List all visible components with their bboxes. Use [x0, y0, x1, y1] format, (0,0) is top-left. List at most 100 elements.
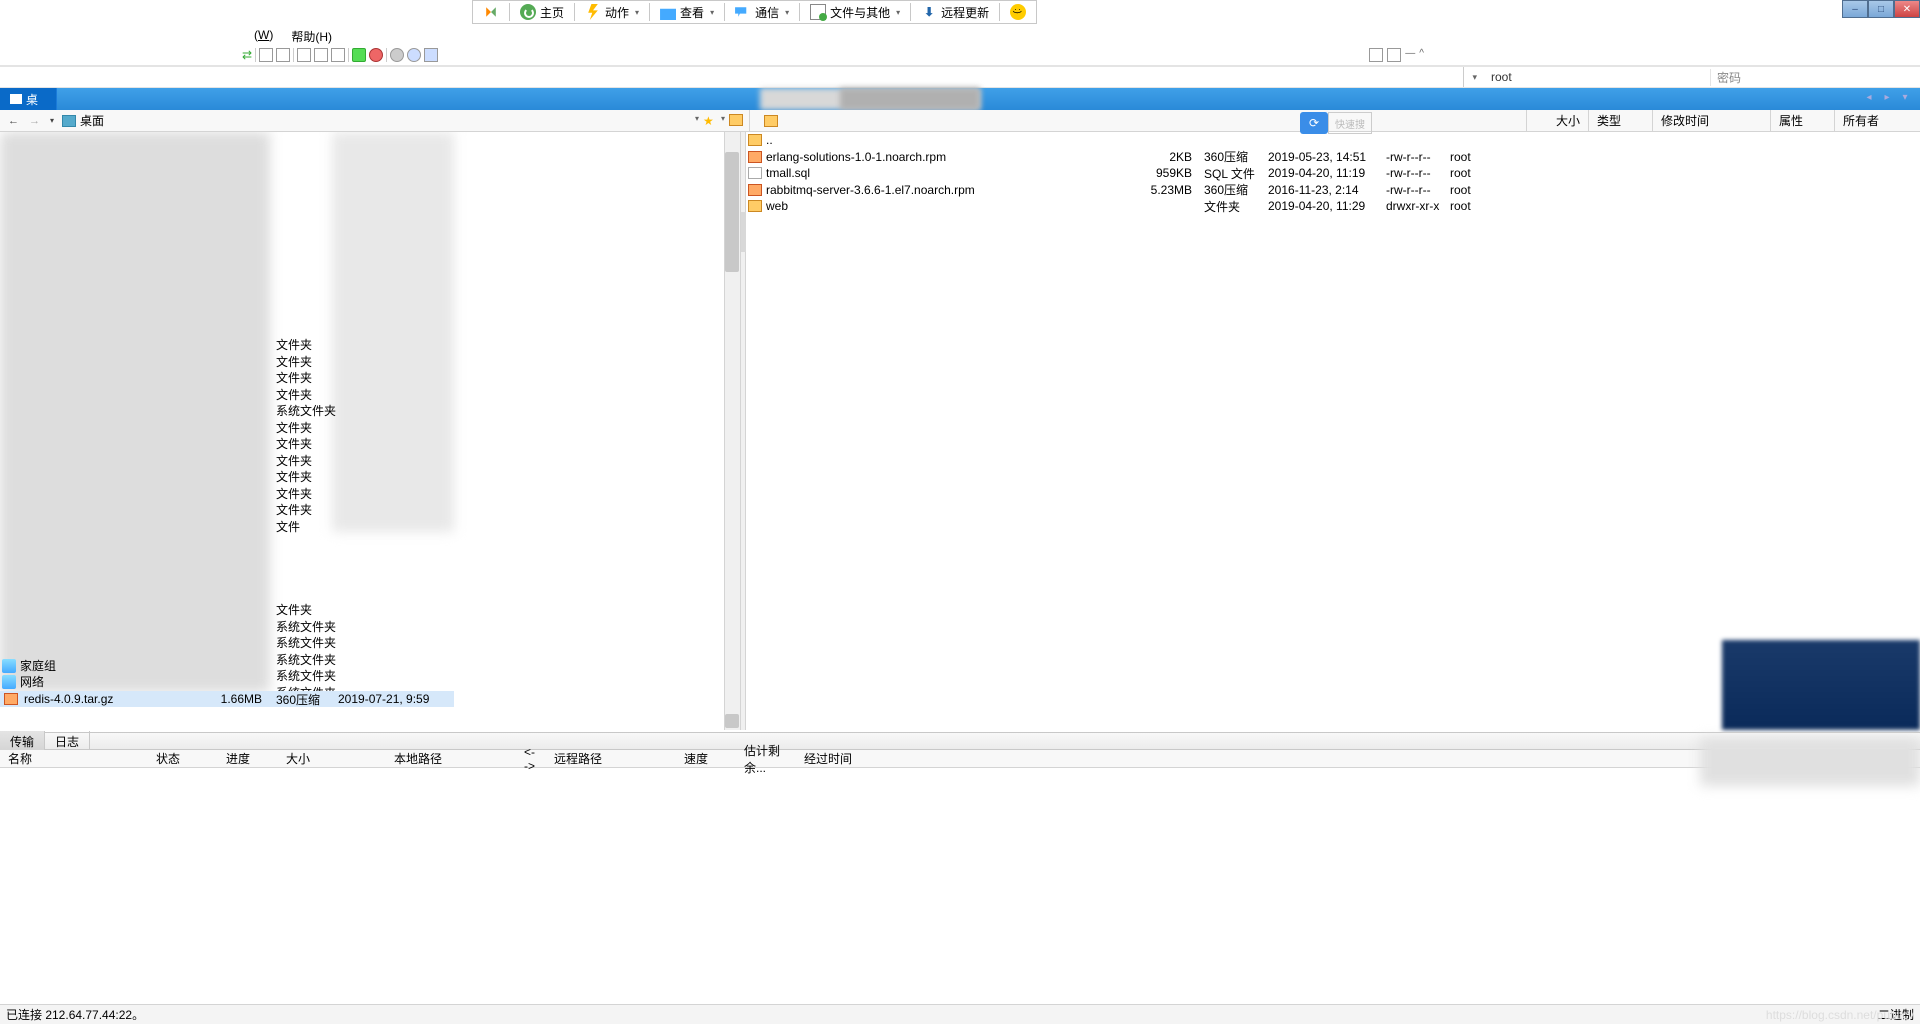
play-icon[interactable]	[352, 48, 366, 62]
file-name: web	[766, 199, 1136, 213]
th-progress[interactable]: 进度	[218, 750, 278, 767]
file-name: erlang-solutions-1.0-1.noarch.rpm	[766, 150, 1136, 164]
cell-attr: -rw-r--r--	[1380, 150, 1444, 164]
cell-type: SQL 文件	[1198, 165, 1262, 182]
folder-icon[interactable]	[729, 114, 743, 126]
tb-icon-5[interactable]	[331, 48, 345, 62]
layout-icon-1[interactable]	[1369, 48, 1383, 62]
expand-panel-icon[interactable]: ^	[1419, 48, 1424, 62]
smile-button[interactable]	[1004, 2, 1032, 22]
bolt-icon	[585, 4, 601, 20]
chat-icon[interactable]	[424, 48, 438, 62]
minimize-panel-icon[interactable]: —	[1405, 48, 1415, 62]
tab-transfer[interactable]: 传输	[0, 731, 45, 752]
th-speed[interactable]: 速度	[676, 750, 736, 767]
remote-row[interactable]: tmall.sql959KBSQL 文件2019-04-20, 11:19-rw…	[746, 165, 1920, 182]
type-cell: 文件夹	[276, 602, 336, 619]
tab-prev-icon[interactable]: ◂	[1862, 92, 1876, 106]
refresh-badge[interactable]: ⟳	[1300, 112, 1328, 134]
type-cell: 文件夹	[276, 453, 336, 470]
th-status[interactable]: 状态	[148, 750, 218, 767]
type-cell: 文件夹	[276, 469, 336, 486]
view-button[interactable]: 查看▾	[654, 2, 720, 23]
local-selected-row[interactable]: redis-4.0.9.tar.gz 1.66MB 360压缩 2019-07-…	[0, 691, 454, 707]
type-cell: 文件夹	[276, 502, 336, 519]
col-type[interactable]: 类型	[1588, 110, 1652, 131]
remote-row[interactable]: rabbitmq-server-3.6.6-1.el7.noarch.rpm5.…	[746, 182, 1920, 199]
nav-fwd-icon[interactable]: →	[27, 115, 42, 127]
quick-search[interactable]: 快速搜	[1328, 112, 1372, 134]
th-name[interactable]: 名称	[0, 750, 148, 767]
layout-icon-2[interactable]	[1387, 48, 1401, 62]
local-scrollbar[interactable]	[724, 132, 740, 730]
files-button[interactable]: 文件与其他▾	[804, 2, 906, 23]
type-cell: 系统文件夹	[276, 635, 336, 652]
nav-back-icon[interactable]: ←	[6, 115, 21, 127]
tab-next-icon[interactable]: ▸	[1880, 92, 1894, 106]
nav-row: ← → ▾ 桌面 ▾ ★ ▾ 大小 类型 修改时间 属性 所有者	[0, 110, 1920, 132]
chevron-down-icon: ▾	[896, 8, 900, 17]
tab-log[interactable]: 日志	[45, 731, 90, 752]
tab-menu-icon[interactable]: ▾	[1898, 92, 1912, 106]
sidebar-homegroup[interactable]: 家庭组	[2, 658, 56, 674]
address-dropdown-icon[interactable]: ▾	[1464, 72, 1485, 83]
remote-pane: .. erlang-solutions-1.0-1.noarch.rpm2KB36…	[746, 132, 1920, 730]
col-attr[interactable]: 属性	[1770, 110, 1834, 131]
type-cell: 系统文件夹	[276, 652, 336, 669]
tb-icon-2[interactable]	[276, 48, 290, 62]
col-mod[interactable]: 修改时间	[1652, 110, 1770, 131]
th-est[interactable]: 估计剩余...	[736, 742, 796, 776]
address-bar: ▾ root 密码	[0, 66, 1920, 88]
selected-size: 1.66MB	[198, 692, 262, 706]
file-name: ..	[766, 133, 1136, 147]
cell-own: root	[1444, 166, 1504, 180]
tab-desktop[interactable]: 桌	[0, 88, 57, 111]
home-button[interactable]: 主页	[514, 2, 570, 23]
path-dropdown-icon[interactable]: ▾	[695, 114, 699, 128]
stop-icon[interactable]	[369, 48, 383, 62]
cell-type: 文件夹	[1198, 198, 1262, 215]
cell-own: root	[1444, 199, 1504, 213]
remote-row[interactable]: erlang-solutions-1.0-1.noarch.rpm2KB360压…	[746, 149, 1920, 166]
transfer-header: 名称 状态 进度 大小 本地路径 <--> 远程路径 速度 估计剩余... 经过…	[0, 750, 1920, 768]
monitor-icon	[660, 4, 676, 20]
action-button[interactable]: 动作▾	[579, 2, 645, 23]
breadcrumb-desktop[interactable]: 桌面	[62, 112, 104, 129]
password-field[interactable]: 密码	[1710, 69, 1920, 86]
remote-row[interactable]: ..	[746, 132, 1920, 149]
remote-row[interactable]: web文件夹2019-04-20, 11:29drwxr-xr-xroot	[746, 198, 1920, 215]
user-field[interactable]: root	[1485, 70, 1710, 84]
tab-icon	[10, 94, 22, 104]
scissors-button[interactable]	[477, 2, 505, 22]
th-remote[interactable]: 远程路径	[546, 750, 676, 767]
tb-icon-3[interactable]	[297, 48, 311, 62]
menu-help[interactable]: 帮助(H)	[291, 28, 332, 45]
sidebar-network[interactable]: 网络	[2, 674, 56, 690]
maximize-button[interactable]: □	[1868, 0, 1894, 18]
gear-icon[interactable]	[390, 48, 404, 62]
th-size[interactable]: 大小	[278, 750, 386, 767]
minimize-button[interactable]: –	[1842, 0, 1868, 18]
comm-button[interactable]: 通信▾	[729, 2, 795, 23]
menu-w[interactable]: (W)	[254, 28, 273, 45]
refresh-arrows-icon[interactable]: ⇄	[242, 48, 252, 62]
cell-mod: 2019-04-20, 11:29	[1262, 199, 1380, 213]
th-elapsed[interactable]: 经过时间	[796, 750, 876, 767]
local-sidebar-items: 家庭组 网络	[2, 658, 56, 690]
col-owner[interactable]: 所有者	[1834, 110, 1914, 131]
tb-icon-1[interactable]	[259, 48, 273, 62]
network-icon	[2, 675, 16, 689]
help-icon[interactable]	[407, 48, 421, 62]
tb-icon-4[interactable]	[314, 48, 328, 62]
nav-history-icon[interactable]: ▾	[48, 116, 56, 125]
col-size[interactable]: 大小	[1526, 110, 1588, 131]
remote-up-icon[interactable]	[764, 115, 778, 127]
close-button[interactable]: ✕	[1894, 0, 1920, 18]
update-button[interactable]: ⬇远程更新	[915, 2, 995, 23]
address-input[interactable]	[0, 67, 1464, 87]
th-local[interactable]: 本地路径	[386, 750, 516, 767]
star-icon[interactable]: ★	[703, 114, 717, 128]
cell-size: 959KB	[1136, 166, 1198, 180]
chevron-down-icon: ▾	[635, 8, 639, 17]
sql-icon	[748, 167, 762, 179]
